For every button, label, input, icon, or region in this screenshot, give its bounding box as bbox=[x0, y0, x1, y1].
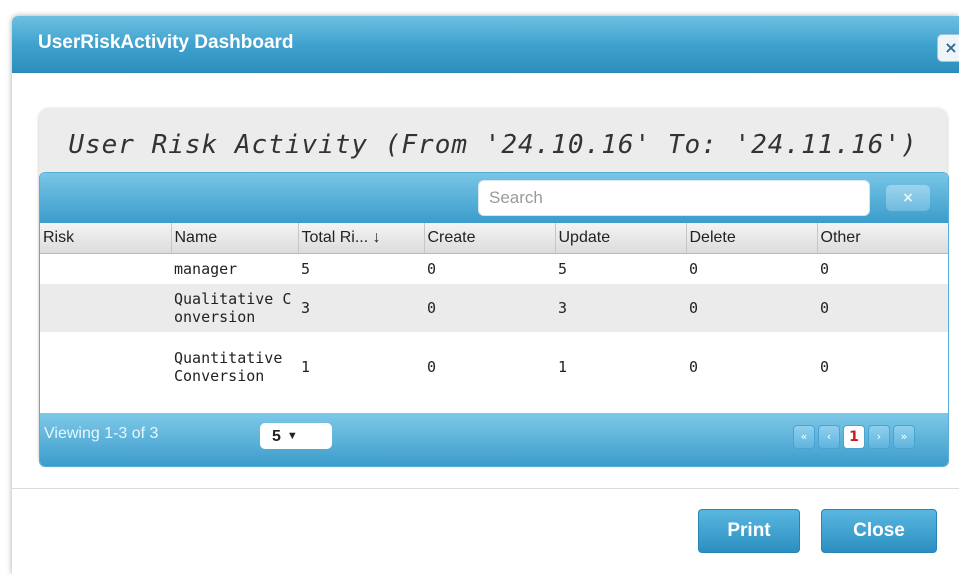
cell-other: 0 bbox=[817, 332, 948, 402]
column-header-delete[interactable]: Delete bbox=[686, 223, 818, 254]
table-row[interactable]: Quantitative Conversion 1 0 1 0 0 bbox=[40, 332, 948, 402]
search-input[interactable] bbox=[478, 180, 870, 216]
cell-risk bbox=[40, 332, 171, 402]
cell-create: 0 bbox=[424, 253, 555, 284]
grid-toolbar: × bbox=[40, 173, 948, 223]
current-page-button[interactable]: 1 bbox=[843, 425, 865, 449]
cell-other: 0 bbox=[817, 284, 948, 332]
cell-delete: 0 bbox=[686, 284, 817, 332]
cell-update: 3 bbox=[555, 284, 686, 332]
activity-table: Risk Name Total Ri... ↓ Create Update De… bbox=[40, 223, 948, 402]
column-header-update[interactable]: Update bbox=[555, 223, 687, 254]
column-header-total-risk[interactable]: Total Ri... ↓ bbox=[298, 223, 425, 254]
cell-name: manager bbox=[171, 253, 298, 284]
report-title: User Risk Activity (From '24.10.16' To: … bbox=[68, 130, 918, 160]
report-panel: User Risk Activity (From '24.10.16' To: … bbox=[39, 108, 949, 467]
cell-delete: 0 bbox=[686, 332, 817, 402]
cell-update: 5 bbox=[555, 253, 686, 284]
dialog-title: UserRiskActivity Dashboard bbox=[38, 32, 294, 53]
column-header-name[interactable]: Name bbox=[171, 223, 299, 254]
column-header-other[interactable]: Other bbox=[817, 223, 948, 254]
next-page-icon[interactable]: › bbox=[868, 425, 890, 449]
cell-delete: 0 bbox=[686, 253, 817, 284]
search-clear-icon[interactable]: × bbox=[886, 185, 930, 211]
grid-footer: Viewing 1-3 of 3 5 ▼ « ‹ 1 › » bbox=[40, 413, 948, 466]
table-header-row: Risk Name Total Ri... ↓ Create Update De… bbox=[40, 223, 948, 254]
cell-create: 0 bbox=[424, 284, 555, 332]
last-page-icon[interactable]: » bbox=[893, 425, 915, 449]
cell-other: 0 bbox=[817, 253, 948, 284]
cell-update: 1 bbox=[555, 332, 686, 402]
cell-risk bbox=[40, 253, 171, 284]
close-button[interactable]: Close bbox=[821, 509, 937, 553]
cell-total: 5 bbox=[298, 253, 424, 284]
dashboard-dialog: UserRiskActivity Dashboard × User Risk A… bbox=[12, 16, 959, 574]
page-size-select[interactable]: 5 ▼ bbox=[260, 423, 332, 449]
cell-create: 0 bbox=[424, 332, 555, 402]
data-grid: × Risk Name Total Ri... ↓ Create Update … bbox=[39, 172, 949, 467]
button-divider bbox=[12, 488, 959, 489]
dialog-titlebar[interactable]: UserRiskActivity Dashboard × bbox=[12, 16, 959, 73]
cell-total: 1 bbox=[298, 332, 424, 402]
column-header-risk[interactable]: Risk bbox=[40, 223, 172, 254]
column-header-create[interactable]: Create bbox=[424, 223, 556, 254]
first-page-icon[interactable]: « bbox=[793, 425, 815, 449]
viewing-status: Viewing 1-3 of 3 bbox=[44, 425, 159, 442]
table-row[interactable]: Qualitative Conversion 3 0 3 0 0 bbox=[40, 284, 948, 332]
cell-name: Quantitative Conversion bbox=[171, 332, 298, 402]
prev-page-icon[interactable]: ‹ bbox=[818, 425, 840, 449]
dialog-close-icon[interactable]: × bbox=[937, 34, 959, 62]
page-size-value: 5 bbox=[272, 428, 281, 445]
dropdown-arrow-icon: ▼ bbox=[286, 430, 298, 442]
cell-risk bbox=[40, 284, 171, 332]
print-button[interactable]: Print bbox=[698, 509, 800, 553]
table-row[interactable]: manager 5 0 5 0 0 bbox=[40, 253, 948, 284]
cell-total: 3 bbox=[298, 284, 424, 332]
cell-name: Qualitative Conversion bbox=[171, 284, 298, 332]
